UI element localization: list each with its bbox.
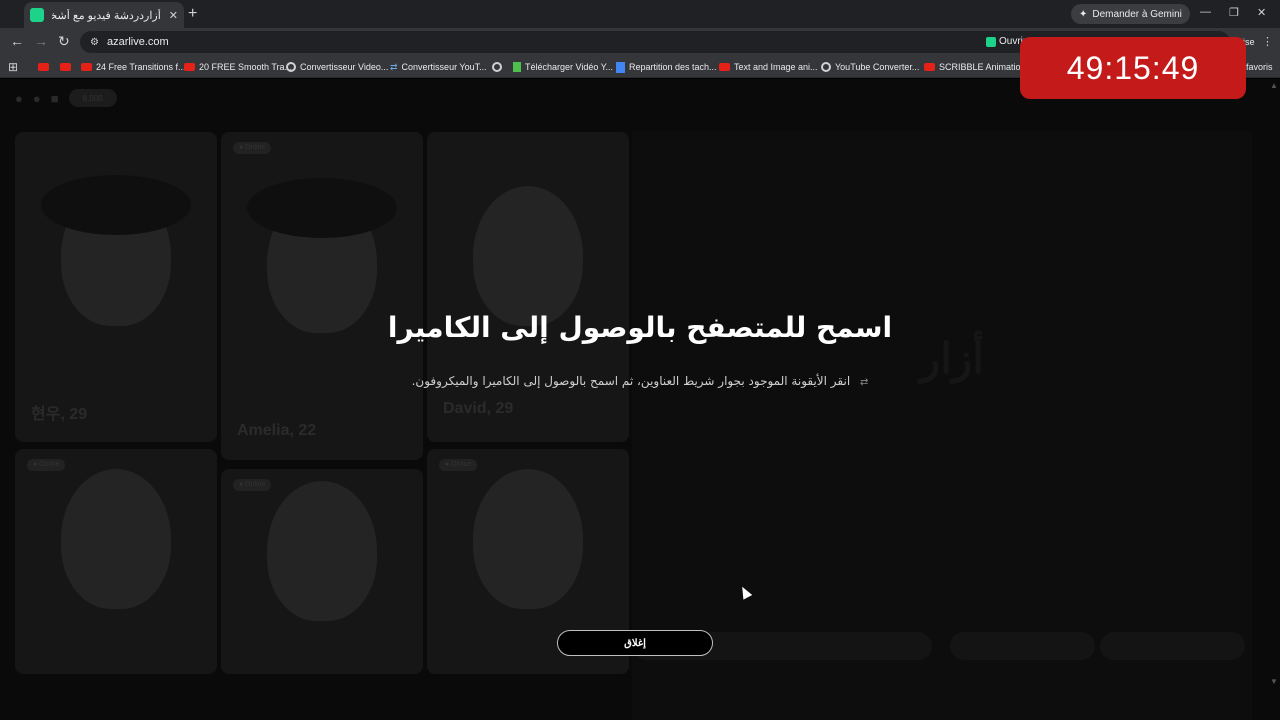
bookmark-item[interactable]: Text and Image ani... (719, 61, 818, 73)
window-close-icon[interactable]: ✕ (1257, 6, 1266, 19)
profile-tile[interactable]: ● Online (221, 469, 423, 674)
face-image (61, 469, 171, 609)
region-filter[interactable] (1100, 632, 1245, 660)
tab-close-icon[interactable]: ✕ (169, 9, 178, 22)
app-icon (986, 36, 996, 47)
online-tag: ● Online (233, 479, 272, 491)
page-top-icons: ● ● ■ 8,000 (15, 89, 117, 107)
bookmark-item[interactable]: 24 Free Transitions f... (81, 61, 186, 73)
google-icon (286, 62, 296, 72)
hat-image (41, 175, 191, 236)
bookmark-label: favoris (1246, 62, 1273, 72)
bookmark-label: 20 FREE Smooth Tra... (199, 62, 293, 72)
tab-strip: أزاردردشة فيديو مع أشخاص جدد ✕ + ✦ Deman… (0, 0, 1280, 28)
shop-icon[interactable]: ■ (51, 91, 59, 106)
site-settings-icon[interactable]: ⚙ (90, 37, 99, 48)
scroll-up-icon[interactable]: ▲ (1270, 81, 1278, 90)
restore-icon[interactable]: ❐ (1229, 6, 1239, 19)
face-image (473, 186, 583, 326)
modal-title: اسمح للمتصفح بالوصول إلى الكاميرا (387, 311, 893, 344)
all-bookmarks-item[interactable]: favoris (1246, 61, 1273, 73)
profile-tile[interactable]: ● Online (15, 449, 217, 674)
bookmark-label: YouTube Converter... (835, 62, 920, 72)
gems-pill[interactable]: 8,000 (68, 89, 117, 107)
azar-page: ● ● ■ 8,000 현우, 29 ● Online Amelia, 22 D… (0, 79, 1280, 720)
bookmark-label: Convertisseur Video... (300, 62, 389, 72)
bookmark-item[interactable]: Télécharger Vidéo Y... (513, 61, 613, 73)
back-icon[interactable]: ← (10, 33, 24, 49)
youtube-icon (60, 63, 71, 71)
bookmark-item[interactable]: ⇄ Convertisseur YouT... (390, 61, 487, 73)
online-tag: ● Online (233, 142, 272, 154)
modal-description: ⇄ انقر الأيقونة الموجود بجوار شريط العنا… (0, 374, 1280, 388)
mic-icon[interactable]: ● (33, 91, 41, 106)
profile-tile[interactable]: 현우, 29 (15, 132, 217, 442)
bookmark-item[interactable]: YouTube Converter... (821, 61, 919, 73)
face-image (473, 469, 583, 609)
bookmark-item[interactable] (492, 61, 506, 73)
url-text: azarlive.com (106, 36, 169, 48)
download-icon (513, 62, 521, 72)
bookmark-item[interactable] (38, 61, 53, 73)
user-icon[interactable]: ● (15, 91, 23, 106)
menu-icon[interactable]: ⋮ (1262, 35, 1273, 48)
forward-icon[interactable]: → (34, 33, 48, 49)
bookmark-label: SCRIBBLE Animatio... (939, 62, 1029, 72)
bookmark-label: Convertisseur YouT... (401, 62, 487, 72)
bookmark-label: Repartition des tach... (629, 62, 717, 72)
azar-favicon-icon (30, 8, 44, 22)
bookmark-label: Text and Image ani... (734, 62, 818, 72)
youtube-icon (38, 63, 49, 71)
gemini-icon: ✦ (1079, 8, 1088, 20)
bookmark-item[interactable]: 20 FREE Smooth Tra... (184, 61, 292, 73)
scroll-down-icon[interactable]: ▼ (1270, 677, 1278, 686)
hat-image (247, 177, 397, 238)
new-tab-button[interactable]: + (188, 5, 197, 23)
convert-icon: ⇄ (390, 61, 398, 72)
site-settings-hint-icon: ⇄ (860, 377, 869, 388)
youtube-icon (719, 63, 730, 71)
minimize-icon[interactable]: — (1200, 6, 1211, 18)
bookmark-item[interactable]: Convertisseur Video... (286, 61, 388, 73)
gender-filter[interactable] (950, 632, 1095, 660)
gemini-button[interactable]: ✦ Demander à Gemini (1071, 4, 1190, 24)
bookmark-item[interactable] (60, 61, 75, 73)
reload-icon[interactable]: ↻ (58, 33, 70, 50)
close-button[interactable]: إغلاق (557, 630, 713, 656)
docs-icon (616, 61, 625, 73)
youtube-icon (81, 63, 92, 71)
online-tag: ● Online (27, 459, 66, 471)
bookmark-label: 24 Free Transitions f... (96, 62, 186, 72)
modal-description-text: انقر الأيقونة الموجود بجوار شريط العناوي… (411, 374, 851, 388)
profile-tile[interactable]: ● Online Amelia, 22 (221, 132, 423, 460)
globe-icon (492, 62, 502, 72)
apps-grid-icon[interactable]: ⊞ (8, 60, 18, 74)
online-tag: ● Online (439, 459, 478, 471)
globe-icon (821, 62, 831, 72)
face-image (267, 481, 377, 621)
youtube-icon (184, 63, 195, 71)
tile-name: David, 29 (443, 400, 514, 417)
youtube-icon (924, 63, 935, 71)
browser-tab[interactable]: أزاردردشة فيديو مع أشخاص جدد ✕ (24, 2, 184, 28)
gemini-label: Demander à Gemini (1092, 8, 1182, 20)
bookmark-item[interactable]: Repartition des tach... (616, 61, 717, 73)
tile-name: Amelia, 22 (237, 422, 317, 439)
timer-value: 49:15:49 (1066, 49, 1200, 86)
profile-tile[interactable]: David, 29 (427, 132, 629, 442)
tab-title: أزاردردشة فيديو مع أشخاص جدد (52, 9, 161, 22)
countdown-timer: 49:15:49 (1020, 37, 1246, 99)
tile-name: 현우, 29 (31, 406, 88, 423)
bookmark-label: Télécharger Vidéo Y... (525, 62, 614, 72)
bookmark-item[interactable]: SCRIBBLE Animatio... (924, 61, 1028, 73)
